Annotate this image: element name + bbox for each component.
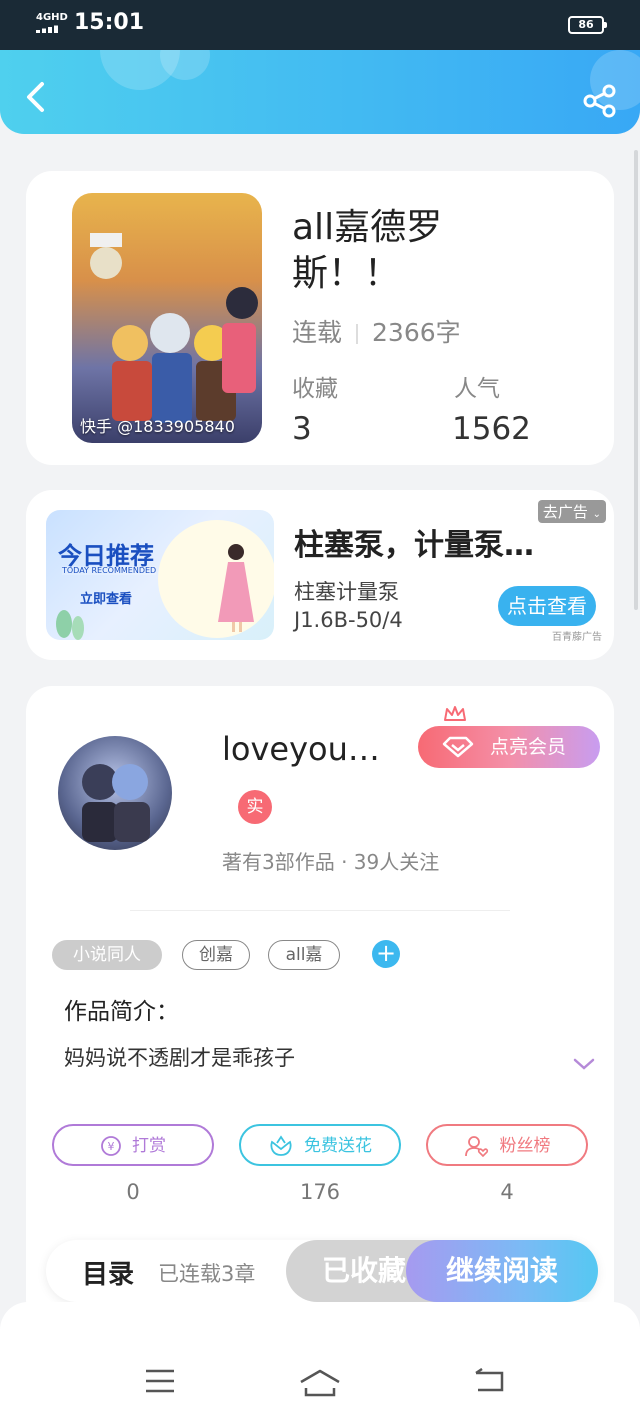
ad-image-cta: 立即查看 [80,592,133,607]
ad-subtitle: 柱塞计量泵 J1.6B-50/4 [294,578,403,634]
category-tag[interactable]: 小说同人 [52,940,162,970]
send-flower-button[interactable]: 免费送花 [239,1124,401,1166]
table-of-contents-button[interactable]: 目录 [82,1254,134,1291]
serial-status: 连载 [292,318,343,347]
popularity-label: 人气 [454,376,500,402]
flower-count: 176 [299,1180,341,1204]
ad-image[interactable]: 今日推荐 TODAY RECOMMENDED 立即查看 [46,510,274,640]
share-icon[interactable] [582,84,618,118]
divider [130,910,510,911]
menu-icon[interactable] [144,1368,176,1394]
clock: 15:01 [74,10,145,35]
user-heart-icon [464,1136,488,1157]
plus-icon: + [375,939,397,967]
crown-icon [444,706,466,721]
chevron-down-icon[interactable] [572,1056,596,1072]
book-meta: 连载 2366字 [292,313,461,349]
coin-icon: ¥ [101,1136,121,1156]
send-flower-label: 免费送花 [304,1136,372,1156]
book-cover-image[interactable]: 快手 @1833905840 [72,193,262,443]
ad-illustration [218,544,254,632]
tag-item[interactable]: all嘉 [268,940,340,970]
flower-icon [270,1135,292,1156]
network-indicator: 4GHD [36,12,68,36]
svg-text:¥: ¥ [108,1140,115,1153]
continue-reading-button[interactable]: 继续阅读 [406,1240,598,1302]
ad-subtitle-line1: 柱塞计量泵 [294,580,399,604]
author-name[interactable]: loveyou… [222,730,402,768]
add-tag-button[interactable]: + [372,940,400,968]
ad-card[interactable]: 今日推荐 TODAY RECOMMENDED 立即查看 柱塞泵，计量泵… 柱塞计… [26,490,614,660]
book-title: all嘉德罗斯！！ [292,207,443,294]
vip-button-label: 点亮会员 [490,736,567,758]
vip-button[interactable]: 点亮会员 [418,706,600,768]
system-nav-bar [0,1302,640,1422]
tag-item[interactable]: 创嘉 [182,940,250,970]
real-name-badge: 实 [238,790,272,824]
avatar[interactable] [58,736,172,850]
cover-watermark: 快手 @1833905840 [80,417,235,436]
tip-label: 打赏 [132,1136,166,1156]
fan-ranking-button[interactable]: 粉丝榜 [426,1124,588,1166]
chevron-down-icon: ⌄ [592,509,601,520]
author-stats: 著有3部作品 · 39人关注 [222,850,440,874]
chapter-count: 已连载3章 [158,1262,256,1286]
intro-text: 妈妈说不透剧才是乖孩子 [64,1046,295,1070]
ad-image-subtitle: TODAY RECOMMENDED [62,566,157,575]
bottom-action-bar: 目录 已连载3章 已收藏 继续阅读 [46,1240,598,1302]
scrollbar[interactable] [634,150,638,610]
back-arrow-icon[interactable] [22,80,52,114]
fan-count: 4 [500,1180,514,1204]
diamond-icon [442,736,474,758]
remove-ad-button[interactable]: 去广告 ⌄ [537,500,606,523]
network-label: 4GHD [36,12,68,23]
popularity-count: 1562 [452,411,531,447]
avatar-artwork [82,764,150,842]
signal-icon [36,25,58,33]
ad-view-button[interactable]: 点击查看 [498,586,596,626]
ad-title: 柱塞泵，计量泵… [294,528,534,563]
tip-button[interactable]: ¥ 打赏 [52,1124,214,1166]
battery-icon: 86 [568,16,607,34]
intro-label: 作品简介： [64,999,179,1025]
ad-subtitle-line2: J1.6B-50/4 [294,608,403,632]
favorites-label: 收藏 [292,376,338,402]
home-icon[interactable] [298,1368,342,1398]
meta-divider [356,324,359,344]
author-card: loveyou… 点亮会员 实 著有3部作品 · 39人关注 小说同人 创嘉 a… [26,686,614,1326]
fan-ranking-label: 粉丝榜 [499,1136,551,1156]
book-info-card: 快手 @1833905840 all嘉德罗斯！！ 连载 2366字 收藏 3 人气… [26,171,614,465]
tip-count: 0 [126,1180,140,1204]
word-count: 2366字 [372,318,461,347]
remove-ad-label: 去广告 [542,503,588,521]
status-bar: 4GHD 15:01 86 [0,0,640,50]
top-header [0,50,640,134]
back-icon[interactable] [472,1368,506,1394]
favorites-count: 3 [292,411,312,447]
cover-artwork [90,233,258,423]
ad-plant-graphic [56,610,84,640]
ad-source: 百青藤广告 [552,632,602,643]
